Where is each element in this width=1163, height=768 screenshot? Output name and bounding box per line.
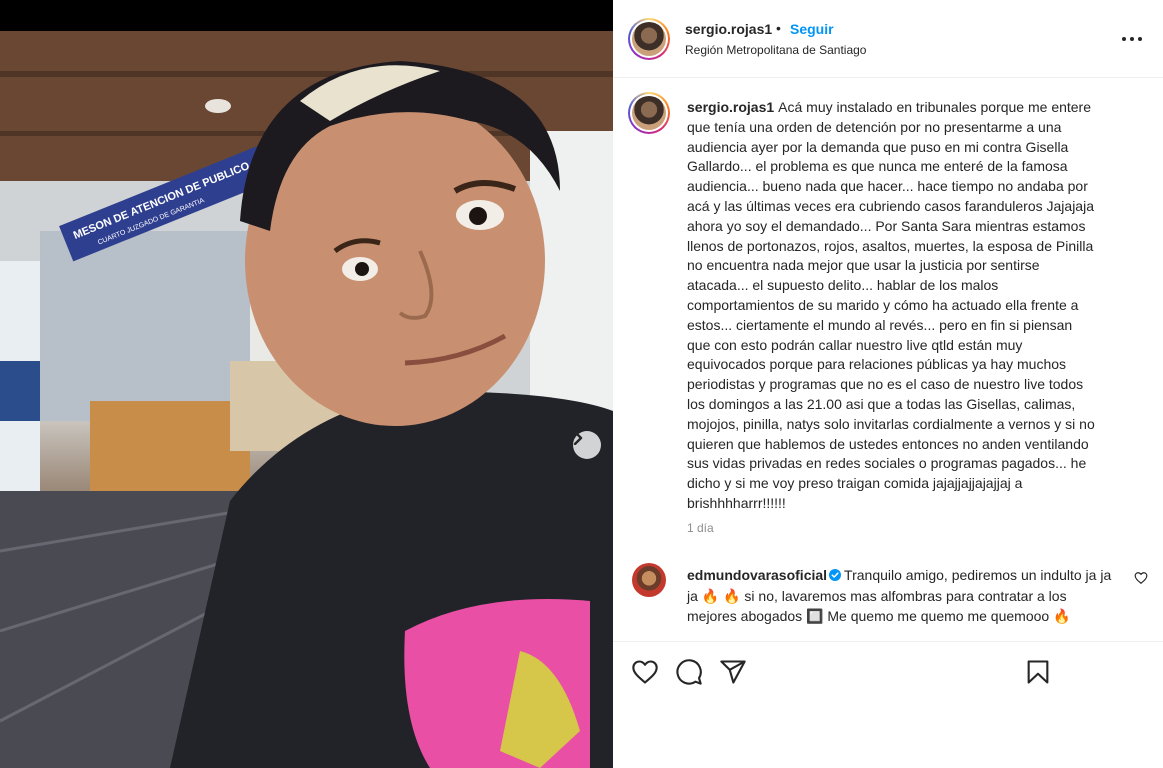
post-media: MESON DE ATENCION DE PUBLICO CUARTO JUZG…	[0, 0, 613, 768]
post-timestamp[interactable]: 1 día	[687, 521, 714, 535]
author-avatar[interactable]	[628, 18, 670, 60]
more-options-button[interactable]	[1119, 28, 1145, 50]
post-actions-bar	[613, 641, 1163, 768]
post-caption: sergio.rojas1 Acá muy instalado en tribun…	[687, 98, 1099, 514]
share-button[interactable]	[719, 658, 747, 686]
caption-username[interactable]: sergio.rojas1	[687, 99, 774, 115]
commenter-avatar[interactable]	[632, 563, 666, 597]
follow-button[interactable]: Seguir	[790, 21, 834, 37]
author-username[interactable]: sergio.rojas1	[685, 21, 772, 37]
commenter-username[interactable]: edmundovarasoficial	[687, 567, 827, 583]
comment-icon	[676, 659, 702, 685]
separator-dot: •	[776, 20, 781, 36]
next-media-button[interactable]	[573, 431, 601, 459]
heart-icon	[1134, 572, 1148, 584]
heart-icon	[632, 660, 658, 684]
caption-text: Acá muy instalado en tribunales porque m…	[687, 99, 1095, 511]
verified-badge-icon	[829, 569, 842, 581]
post-details-panel: sergio.rojas1 • Seguir Región Metropolit…	[613, 0, 1163, 768]
bookmark-icon	[1027, 660, 1049, 684]
more-options-icon	[1122, 37, 1142, 41]
post-location[interactable]: Región Metropolitana de Santiago	[685, 43, 866, 57]
post-photo[interactable]: MESON DE ATENCION DE PUBLICO CUARTO JUZG…	[0, 31, 613, 768]
like-button[interactable]	[631, 658, 659, 686]
caption-author-avatar[interactable]	[628, 92, 670, 134]
save-button[interactable]	[1024, 658, 1052, 686]
post-header: sergio.rojas1 • Seguir Región Metropolit…	[613, 0, 1163, 78]
comment-like-button[interactable]	[1134, 571, 1148, 585]
comment-button[interactable]	[675, 658, 703, 686]
comments-scroll-area[interactable]: sergio.rojas1 Acá muy instalado en tribun…	[613, 79, 1163, 641]
comment-item: edmundovarasoficial Tranquilo amigo, pedi…	[687, 565, 1117, 627]
chevron-right-icon	[573, 431, 583, 445]
share-icon	[720, 660, 746, 684]
photo-illustration: MESON DE ATENCION DE PUBLICO CUARTO JUZG…	[0, 31, 613, 768]
